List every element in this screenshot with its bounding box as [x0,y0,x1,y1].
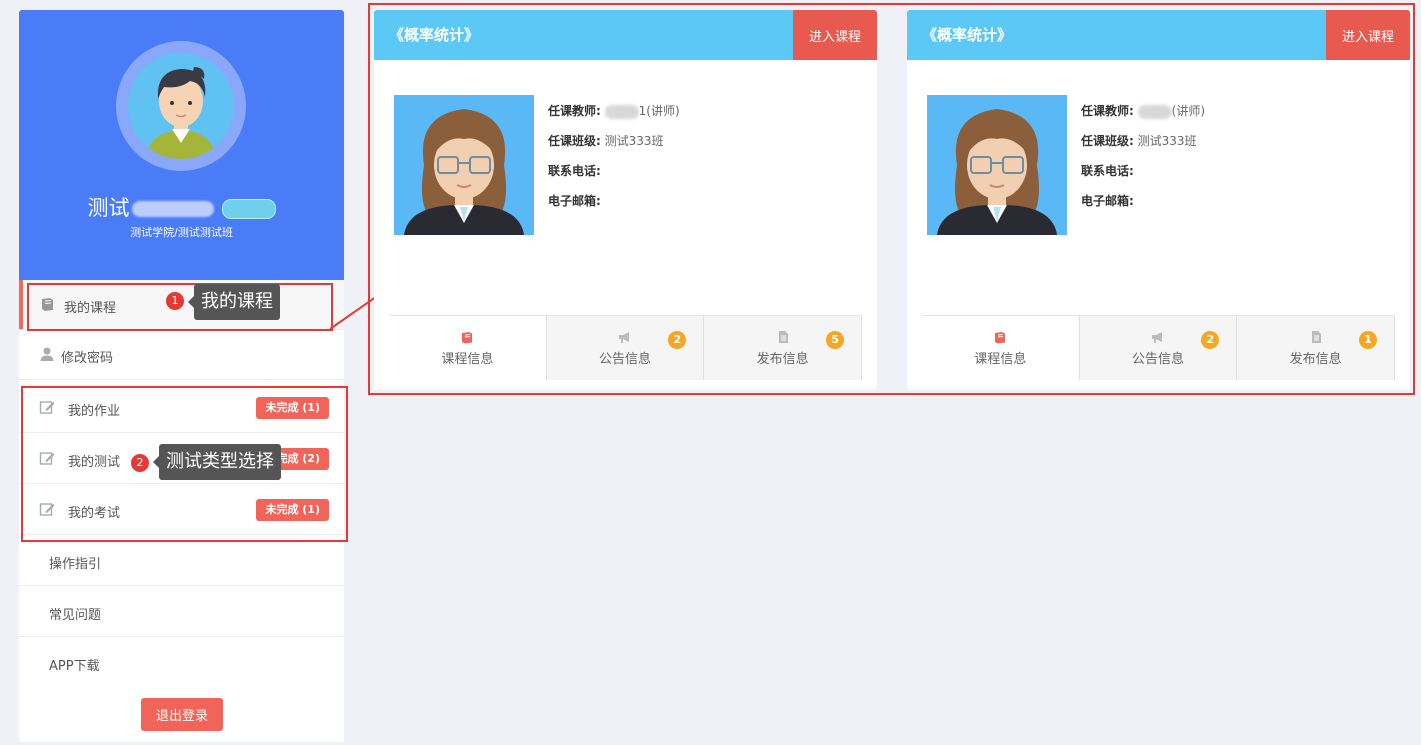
megaphone-icon [619,332,629,343]
phone-row: 联系电话: [548,162,601,179]
annotation-number-2: 2 [131,454,149,472]
card-header: 《概率统计》 进入课程 [907,10,1410,60]
notice-count-badge: 2 [668,331,687,349]
redacted-name [131,201,214,217]
tab-publish-info[interactable]: 发布信息 5 [703,316,863,380]
user-icon [40,347,54,361]
course-title: 《概率统计》 [922,26,1013,44]
teacher-label: 任课教师: [1081,104,1134,118]
phone-row: 联系电话: [1081,162,1134,179]
email-row: 电子邮箱: [548,192,601,209]
email-label: 电子邮箱: [548,194,601,208]
enter-course-button[interactable]: 进入课程 [793,10,877,60]
tab-label: 发布信息 [756,352,809,367]
phone-label: 联系电话: [548,164,601,178]
tab-label: 公告信息 [599,352,652,367]
tab-label: 课程信息 [441,352,494,367]
tab-label: 课程信息 [974,352,1027,367]
book-icon [995,332,1006,344]
sidebar-item-label: 操作指引 [49,557,102,572]
teacher-value: 1(讲师) [638,104,680,118]
tab-publish-info[interactable]: 发布信息 1 [1236,316,1396,380]
course-title: 《概率统计》 [389,26,480,44]
sidebar-item-label: APP下载 [49,659,100,674]
redacted-teacher [604,104,639,119]
annotation-tooltip-1: 我的课程 [188,284,280,320]
teacher-label: 任课教师: [548,104,601,118]
class-value: 测试333班 [604,134,664,148]
class-row: 任课班级: 测试333班 [1081,132,1197,149]
tab-course-info[interactable]: 课程信息 [389,316,546,380]
avatar [116,41,246,171]
teacher-value: (讲师) [1171,104,1206,118]
tab-notice-info[interactable]: 公告信息 2 [545,316,704,380]
tab-label: 公告信息 [1132,352,1185,367]
email-row: 电子邮箱: [1081,192,1134,209]
card-tabs: 课程信息 公告信息 2 发布信息 5 [389,315,863,380]
email-label: 电子邮箱: [1081,194,1134,208]
card-tabs: 课程信息 公告信息 2 发布信息 1 [922,315,1396,380]
tab-course-info[interactable]: 课程信息 [922,316,1079,380]
enter-course-button[interactable]: 进入课程 [1326,10,1410,60]
document-icon [1311,331,1321,343]
redacted-tag [221,199,276,219]
course-card: 《概率统计》 进入课程 任课教师: (讲师) 任课班级: 测试333班 联系电话… [907,10,1410,390]
class-row: 任课班级: 测试333班 [548,132,664,149]
book-icon [462,332,473,344]
sidebar-item-label: 修改密码 [61,351,114,366]
phone-label: 联系电话: [1081,164,1134,178]
sidebar-item-label: 常见问题 [49,608,102,623]
sidebar-item-app-download[interactable]: APP下载 [19,638,344,688]
student-department: 测试学院/测试测试班 [130,226,233,239]
document-icon [778,331,788,343]
tab-label: 发布信息 [1289,352,1342,367]
class-value: 测试333班 [1137,134,1197,148]
sidebar-item-guide[interactable]: 操作指引 [19,536,344,586]
logout-button[interactable]: 退出登录 [141,698,223,731]
publish-count-badge: 5 [826,331,845,349]
sidebar-item-faq[interactable]: 常见问题 [19,587,344,637]
class-label: 任课班级: [1081,134,1134,148]
active-indicator [19,280,23,329]
annotation-tooltip-2: 测试类型选择 [153,444,281,480]
annotation-number-1: 1 [166,292,184,310]
tab-notice-info[interactable]: 公告信息 2 [1078,316,1237,380]
student-name: 测试 [19,192,344,222]
sidebar-item-change-password[interactable]: 修改密码 [19,330,344,380]
teacher-row: 任课教师: (讲师) [1081,102,1205,119]
teacher-row: 任课教师: 1(讲师) [548,102,680,119]
notice-count-badge: 2 [1201,331,1220,349]
publish-count-badge: 1 [1359,331,1378,349]
student-avatar-icon [128,53,234,159]
teacher-avatar-icon [394,95,534,235]
megaphone-icon [1152,332,1162,343]
course-card: 《概率统计》 进入课程 任课教师: 1(讲师) 任课班级: 测试333班 联系电… [374,10,877,390]
card-header: 《概率统计》 进入课程 [374,10,877,60]
class-label: 任课班级: [548,134,601,148]
profile-panel: 测试 测试学院/测试测试班 [19,10,344,280]
redacted-teacher [1137,104,1172,119]
teacher-avatar-icon [927,95,1067,235]
sidebar: 测试 测试学院/测试测试班 我的课程 修改密码 我的作业 未完成 (1) 我的测… [19,10,344,742]
